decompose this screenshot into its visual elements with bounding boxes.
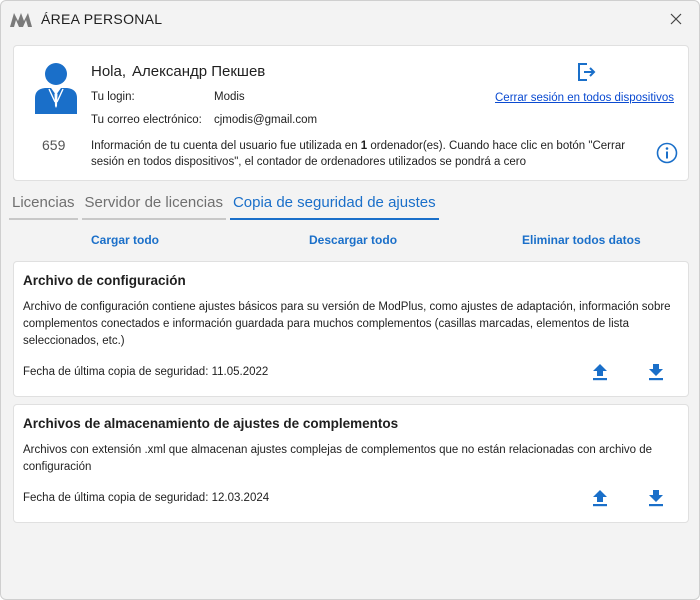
user-name: Александр Пекшев [132, 63, 266, 80]
last-backup-date: Fecha de última copia de seguridad: 12.0… [23, 492, 270, 504]
info-icon[interactable] [656, 142, 678, 164]
window-title: ÁREA PERSONAL [41, 11, 163, 27]
config-file-section: Archivo de configuración Archivo de conf… [13, 261, 689, 397]
email-value: cjmodis@gmail.com [214, 114, 318, 126]
close-button[interactable] [663, 7, 689, 31]
profile-card: Hola, Александр Пекшев Tu login: Modis Tu… [13, 45, 689, 181]
device-counter: 659 [42, 137, 66, 153]
email-label: Tu correo electrónico: [91, 114, 202, 126]
plugin-settings-files-section: Archivos de almacenamiento de ajustes de… [13, 404, 689, 523]
personal-area-window: ÁREA PERSONAL Hola, Александр Пекшев Tu l… [0, 0, 700, 600]
login-value: Modis [214, 91, 245, 103]
greeting-text: Hola, [91, 63, 127, 80]
upload-icon[interactable] [590, 488, 610, 508]
tab-licenses[interactable]: Licencias [9, 194, 78, 220]
section-title: Archivos de almacenamiento de ajustes de… [23, 416, 399, 431]
load-all-button[interactable]: Cargar todo [91, 233, 159, 247]
tab-settings-backup[interactable]: Copia de seguridad de ajustes [229, 194, 439, 220]
login-label: Tu login: [91, 91, 135, 103]
section-title: Archivo de configuración [23, 273, 186, 288]
delete-all-button[interactable]: Eliminar todos datos [522, 233, 641, 247]
tab-license-server[interactable]: Servidor de licencias [81, 194, 226, 220]
modplus-logo-icon [10, 13, 32, 27]
tab-bar: Licencias Servidor de licencias Copia de… [9, 194, 439, 220]
logout-icon[interactable] [575, 61, 597, 83]
logout-all-devices-link[interactable]: Cerrar sesión en todos dispositivos [495, 92, 674, 104]
title-bar: ÁREA PERSONAL [1, 1, 699, 37]
download-icon[interactable] [646, 488, 666, 508]
greeting: Hola, Александр Пекшев [91, 63, 265, 80]
device-usage-info: Información de tu cuenta del usuario fue… [91, 138, 651, 170]
download-icon[interactable] [646, 362, 666, 382]
section-description: Archivo de configuración contiene ajuste… [23, 301, 671, 347]
close-icon [670, 13, 682, 25]
last-backup-date: Fecha de última copia de seguridad: 11.0… [23, 366, 269, 378]
backup-actions: Cargar todo Descargar todo Eliminar todo… [1, 233, 699, 251]
download-all-button[interactable]: Descargar todo [309, 233, 397, 247]
info-text-before: Información de tu cuenta del usuario fue… [91, 140, 361, 152]
upload-icon[interactable] [590, 362, 610, 382]
user-avatar-icon [35, 63, 77, 114]
section-description: Archivos con extensión .xml que almacena… [23, 444, 653, 473]
